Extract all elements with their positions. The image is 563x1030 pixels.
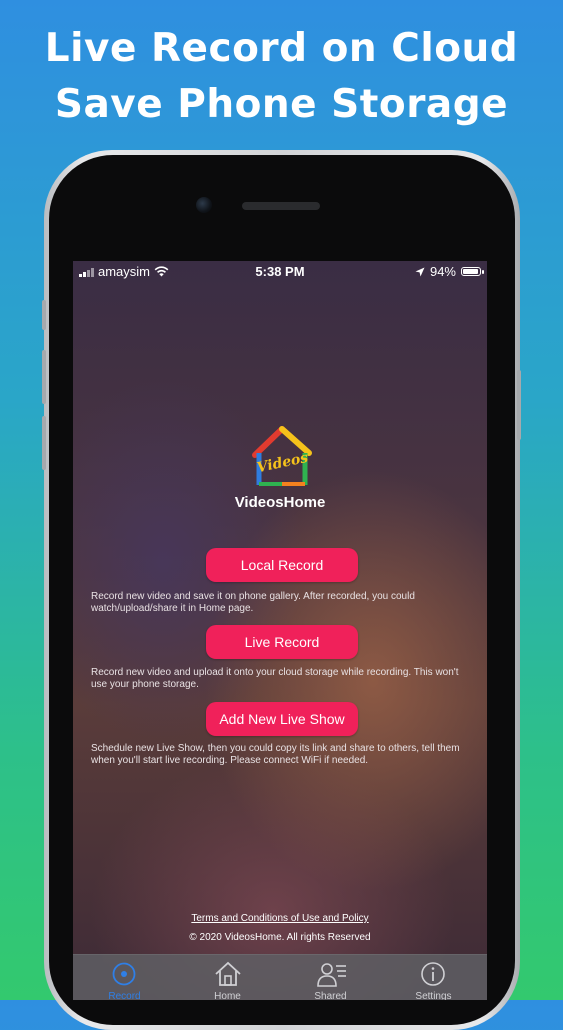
status-bar: amaysim 5:38 PM 94% — [73, 261, 487, 283]
front-camera — [196, 197, 212, 213]
home-icon — [215, 961, 241, 986]
phone-screen: amaysim 5:38 PM 94% Videos VideosHome Lo… — [73, 261, 487, 1000]
logo-text: Videos — [256, 450, 310, 476]
earpiece-speaker — [242, 202, 320, 210]
tab-label-settings: Settings — [415, 991, 452, 1000]
tab-settings[interactable]: Settings — [382, 955, 485, 1000]
location-icon — [415, 267, 425, 276]
phone-side-button — [42, 416, 46, 470]
tab-label-shared: Shared — [314, 991, 347, 1000]
record-icon — [112, 962, 136, 986]
battery-percent: 94% — [429, 264, 456, 279]
battery-icon — [461, 267, 484, 276]
tab-home[interactable]: Home — [176, 955, 279, 1000]
add-live-show-button[interactable]: Add New Live Show — [206, 702, 358, 736]
videoshome-logo: Videos — [252, 426, 312, 486]
tab-shared[interactable]: Shared — [279, 955, 382, 1000]
phone-side-button — [517, 370, 521, 440]
local-record-description: Record new video and save it on phone ga… — [91, 591, 415, 614]
tab-record[interactable]: Record — [73, 955, 176, 1000]
info-icon — [421, 962, 445, 986]
tab-label-home: Home — [214, 991, 241, 1000]
copyright-text: © 2020 VideosHome. All rights Reserved — [189, 932, 371, 943]
live-record-description: Record new video and upload it onto your… — [91, 667, 459, 690]
shared-icon — [317, 963, 346, 987]
headline-line-2: Save Phone Storage — [54, 82, 509, 127]
live-record-button[interactable]: Live Record — [206, 625, 358, 659]
app-name: VideosHome — [234, 494, 326, 511]
terms-link[interactable]: Terms and Conditions of Use and Policy — [73, 913, 487, 924]
headline-line-1: Live Record on Cloud — [44, 26, 519, 71]
phone-side-button — [42, 300, 46, 330]
local-record-button[interactable]: Local Record — [206, 548, 358, 582]
tab-bar: Record Home Shared Settings — [73, 954, 487, 1000]
add-live-show-description: Schedule new Live Show, then you could c… — [91, 743, 460, 766]
tab-label-record: Record — [108, 991, 141, 1000]
phone-side-button — [42, 350, 46, 404]
